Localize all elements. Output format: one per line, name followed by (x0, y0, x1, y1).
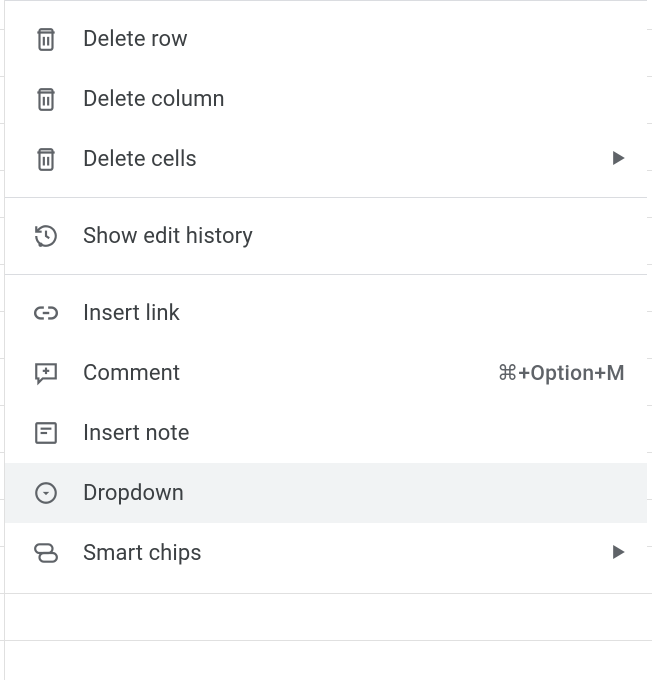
menu-item-dropdown[interactable]: Dropdown (5, 463, 647, 523)
menu-section-insert: Insert link Comment ⌘+Option+M Insert no… (5, 275, 647, 591)
menu-item-label: Comment (83, 361, 497, 386)
menu-item-label: Show edit history (83, 224, 625, 249)
submenu-arrow-icon (613, 543, 625, 564)
link-icon (33, 300, 59, 326)
menu-item-label: Delete row (83, 27, 625, 52)
menu-item-insert-note[interactable]: Insert note (5, 403, 647, 463)
trash-icon (33, 86, 59, 112)
menu-item-shortcut: ⌘+Option+M (497, 361, 625, 386)
menu-section-history: Show edit history (5, 198, 647, 274)
trash-icon (33, 146, 59, 172)
menu-item-delete-column[interactable]: Delete column (5, 69, 647, 129)
menu-item-delete-cells[interactable]: Delete cells (5, 129, 647, 189)
menu-item-label: Insert note (83, 421, 625, 446)
menu-item-insert-link[interactable]: Insert link (5, 283, 647, 343)
menu-item-show-edit-history[interactable]: Show edit history (5, 206, 647, 266)
menu-section-delete: Delete row Delete column Delete cells (5, 1, 647, 197)
menu-item-label: Dropdown (83, 481, 625, 506)
comment-icon (33, 360, 59, 386)
history-icon (33, 223, 59, 249)
menu-item-delete-row[interactable]: Delete row (5, 9, 647, 69)
menu-item-label: Insert link (83, 301, 625, 326)
smart-chips-icon (33, 540, 59, 566)
context-menu: Delete row Delete column Delete cells (5, 0, 647, 591)
menu-item-smart-chips[interactable]: Smart chips (5, 523, 647, 583)
menu-item-label: Delete column (83, 87, 625, 112)
trash-icon (33, 26, 59, 52)
dropdown-icon (33, 480, 59, 506)
menu-item-comment[interactable]: Comment ⌘+Option+M (5, 343, 647, 403)
note-icon (33, 420, 59, 446)
menu-item-label: Delete cells (83, 147, 605, 172)
menu-item-label: Smart chips (83, 541, 605, 566)
submenu-arrow-icon (613, 149, 625, 170)
